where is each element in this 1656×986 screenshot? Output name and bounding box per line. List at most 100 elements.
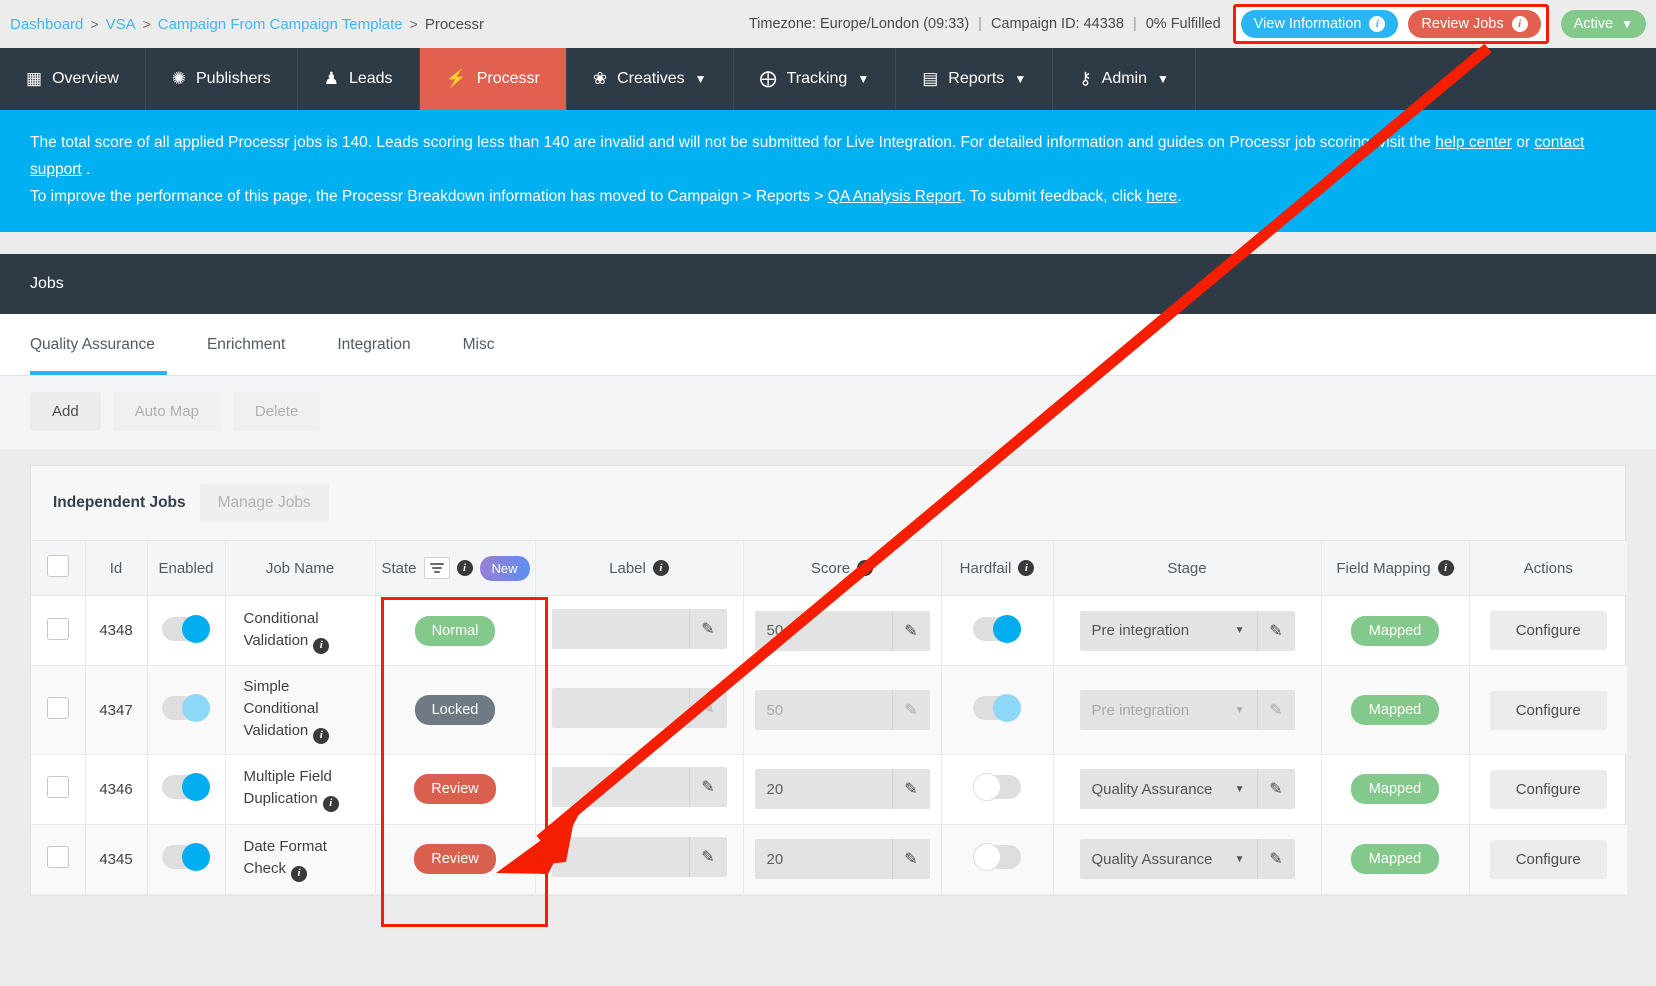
- score-input[interactable]: 50: [754, 610, 892, 651]
- breadcrumb-item-dashboard[interactable]: Dashboard: [10, 16, 83, 33]
- new-badge: New: [479, 555, 530, 581]
- hardfail-toggle[interactable]: [973, 694, 1021, 723]
- info-icon[interactable]: i: [322, 796, 339, 813]
- nav-item-admin[interactable]: ⚷ Admin ▼: [1053, 48, 1196, 110]
- label-input[interactable]: [551, 767, 689, 808]
- qa-analysis-report-link[interactable]: QA Analysis Report: [828, 188, 962, 205]
- column-label: Enabled: [158, 559, 214, 577]
- edit-pencil-icon[interactable]: ✎: [688, 837, 727, 878]
- edit-pencil-icon[interactable]: ✎: [891, 769, 930, 810]
- publishers-icon: ✺: [171, 69, 186, 88]
- configure-button[interactable]: Configure: [1489, 839, 1607, 879]
- info-icon[interactable]: i: [456, 560, 473, 577]
- row-checkbox[interactable]: [46, 617, 69, 640]
- select-all-checkbox[interactable]: [46, 555, 69, 578]
- edit-pencil-icon[interactable]: ✎: [688, 608, 727, 649]
- breadcrumb-item-campaign[interactable]: Campaign From Campaign Template: [158, 16, 403, 33]
- row-stage-cell: Pre integration ▼ ✎: [1053, 665, 1322, 755]
- auto-map-button[interactable]: Auto Map: [112, 392, 221, 432]
- field-mapping-badge: Mapped: [1350, 774, 1440, 805]
- hardfail-toggle[interactable]: [973, 843, 1021, 872]
- row-stage-cell: Pre integration ▼ ✎: [1053, 595, 1322, 667]
- chart-icon: ▦: [26, 69, 43, 88]
- filter-icon[interactable]: [423, 557, 450, 580]
- nav-item-overview[interactable]: ▦ Overview: [0, 48, 146, 110]
- add-button[interactable]: Add: [30, 392, 101, 432]
- campaign-id-label: Campaign ID: 44338: [990, 16, 1124, 32]
- enabled-toggle[interactable]: [162, 773, 210, 802]
- nav-filler: [1196, 48, 1656, 110]
- label-field: ✎: [551, 608, 727, 649]
- info-icon[interactable]: i: [857, 560, 874, 577]
- edit-pencil-icon[interactable]: ✎: [688, 688, 727, 729]
- tab-misc[interactable]: Misc: [437, 314, 521, 375]
- help-center-link[interactable]: help center: [1435, 134, 1512, 151]
- configure-button[interactable]: Configure: [1489, 611, 1607, 651]
- target-icon: ⨁: [759, 69, 777, 88]
- column-label: Score: [810, 559, 851, 577]
- label-input[interactable]: [551, 608, 689, 649]
- score-input[interactable]: 50: [754, 690, 892, 731]
- info-icon[interactable]: i: [652, 560, 669, 577]
- meta-divider: |: [978, 16, 982, 32]
- edit-pencil-icon[interactable]: ✎: [891, 610, 930, 651]
- edit-pencil-icon[interactable]: ✎: [688, 767, 727, 808]
- edit-pencil-icon[interactable]: ✎: [891, 839, 930, 880]
- tab-label: Integration: [337, 335, 411, 353]
- breadcrumb-item-vsa[interactable]: VSA: [106, 16, 136, 33]
- edit-pencil-icon[interactable]: ✎: [1256, 690, 1295, 731]
- info-icon[interactable]: i: [313, 637, 330, 654]
- column-header-field-mapping: Field Mapping i: [1321, 540, 1470, 597]
- score-input[interactable]: 20: [754, 769, 892, 810]
- panel-tab-independent-jobs[interactable]: Independent Jobs: [53, 494, 186, 512]
- hardfail-toggle[interactable]: [973, 614, 1021, 643]
- tab-quality-assurance[interactable]: Quality Assurance: [30, 314, 181, 376]
- score-input[interactable]: 20: [754, 839, 892, 880]
- info-icon[interactable]: i: [1437, 560, 1454, 577]
- panel-tab-manage-jobs[interactable]: Manage Jobs: [199, 484, 329, 523]
- enabled-toggle[interactable]: [162, 694, 210, 723]
- row-actions-cell: Configure: [1469, 595, 1627, 667]
- nav-label: Processr: [476, 70, 540, 87]
- configure-button[interactable]: Configure: [1489, 769, 1607, 809]
- review-jobs-button[interactable]: Review Jobs i: [1408, 10, 1541, 38]
- row-checkbox[interactable]: [46, 846, 69, 869]
- feedback-here-link[interactable]: here: [1146, 188, 1177, 205]
- chevron-down-icon: ▼: [1234, 853, 1245, 865]
- stage-select[interactable]: Pre integration ▼: [1079, 690, 1257, 731]
- edit-pencil-icon[interactable]: ✎: [1256, 610, 1295, 651]
- info-icon[interactable]: i: [1018, 560, 1035, 577]
- info-icon[interactable]: i: [313, 727, 330, 744]
- info-icon[interactable]: i: [291, 866, 308, 883]
- stage-select[interactable]: Quality Assurance ▼: [1079, 769, 1257, 810]
- tab-enrichment[interactable]: Enrichment: [181, 314, 311, 375]
- edit-pencil-icon[interactable]: ✎: [891, 690, 930, 731]
- tab-integration[interactable]: Integration: [311, 314, 436, 375]
- campaign-status-dropdown[interactable]: Active ▼: [1560, 10, 1646, 38]
- view-information-button[interactable]: View Information i: [1240, 10, 1399, 38]
- nav-item-leads[interactable]: ♟ Leads: [298, 48, 420, 110]
- label-input[interactable]: [551, 837, 689, 878]
- edit-pencil-icon[interactable]: ✎: [1256, 839, 1295, 880]
- nav-item-reports[interactable]: ▤ Reports ▼: [896, 48, 1054, 110]
- stage-select-group: Pre integration ▼ ✎: [1079, 690, 1295, 731]
- nav-item-processr[interactable]: ⚡ Processr: [419, 48, 567, 110]
- nav-item-publishers[interactable]: ✺ Publishers: [146, 48, 298, 110]
- enabled-toggle[interactable]: [162, 614, 210, 643]
- row-enabled-cell: [147, 754, 226, 825]
- edit-pencil-icon[interactable]: ✎: [1256, 769, 1295, 810]
- delete-button[interactable]: Delete: [232, 392, 321, 432]
- stage-select[interactable]: Pre integration ▼: [1079, 610, 1257, 651]
- hardfail-toggle[interactable]: [973, 773, 1021, 802]
- label-input[interactable]: [551, 688, 689, 729]
- enabled-toggle[interactable]: [162, 843, 210, 872]
- jobs-tabs: Quality Assurance Enrichment Integration…: [0, 314, 1656, 377]
- row-checkbox[interactable]: [46, 697, 69, 720]
- nav-item-tracking[interactable]: ⨁ Tracking ▼: [734, 48, 897, 110]
- row-checkbox[interactable]: [46, 776, 69, 799]
- stage-select[interactable]: Quality Assurance ▼: [1079, 839, 1257, 880]
- configure-button[interactable]: Configure: [1489, 690, 1607, 730]
- column-header-score: Score i: [743, 540, 942, 597]
- row-score-cell: 20 ✎: [743, 754, 942, 825]
- nav-item-creatives[interactable]: ❀ Creatives ▼: [567, 48, 734, 110]
